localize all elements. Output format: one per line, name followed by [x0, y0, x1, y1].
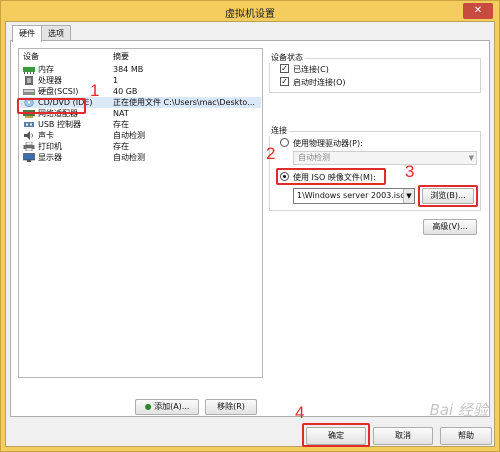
device-summary: NAT	[113, 109, 129, 118]
annotation-box-cd-dvd	[17, 98, 86, 114]
device-name: 显示器	[38, 153, 62, 162]
connected-checkbox[interactable]: ✓	[280, 64, 289, 73]
add-icon: ●	[144, 402, 152, 411]
device-summary: 40 GB	[113, 87, 138, 96]
annotation-box-ok	[302, 423, 370, 447]
processor-icon	[25, 76, 33, 85]
window-title: 虚拟机设置	[225, 9, 275, 20]
device-summary: 1	[113, 76, 119, 85]
cancel-button[interactable]: 取消	[373, 427, 433, 445]
remove-device-button[interactable]: 移除(R)	[205, 399, 257, 415]
step-marker-3: 3	[405, 162, 415, 181]
device-list-header: 设备 摘要	[19, 49, 262, 63]
device-summary: 存在	[113, 120, 129, 129]
usb-controller-icon	[24, 122, 34, 127]
annotation-box-browse	[418, 185, 478, 207]
physical-drive-radio[interactable]	[280, 138, 289, 147]
physical-drive-value: 自动检测	[298, 153, 330, 162]
tab-options[interactable]: 选项	[41, 25, 71, 41]
device-summary: 正在使用文件 C:\Users\mac\Deskto...	[113, 98, 255, 107]
physical-drive-label: 使用物理驱动器(P):	[293, 139, 363, 148]
iso-path-field[interactable]: 1\Windows server 2003.iso ▼	[293, 188, 415, 204]
device-row-sound-card[interactable]: 声卡 自动检测	[20, 130, 261, 141]
hardware-tab-panel: 设备 摘要 内存 384 MB 处理器 1 硬盘(SCSI) 40 GB CD/…	[10, 40, 490, 417]
add-button-label: 添加(A)...	[154, 402, 190, 411]
device-row-hard-disk[interactable]: 硬盘(SCSI) 40 GB	[20, 86, 261, 97]
device-row-display[interactable]: 显示器 自动检测	[20, 152, 261, 163]
device-summary: 384 MB	[113, 65, 144, 74]
chevron-down-icon[interactable]: ▼	[403, 189, 414, 203]
device-summary: 存在	[113, 142, 129, 151]
dialog-client-area: 硬件 选项 设备 摘要 内存 384 MB 处理器 1 硬盘(SCSI) 40 …	[5, 21, 495, 447]
connect-at-power-on-checkbox[interactable]: ✓	[280, 77, 289, 86]
step-marker-1: 1	[90, 81, 100, 100]
device-summary: 自动检测	[113, 131, 145, 140]
device-status-label: 设备状态	[269, 52, 305, 63]
device-row-processor[interactable]: 处理器 1	[20, 75, 261, 86]
title-bar[interactable]: 虚拟机设置 ✕	[1, 1, 499, 21]
device-name: 打印机	[38, 142, 62, 151]
device-name: 处理器	[38, 76, 62, 85]
virtual-machine-settings-window: 虚拟机设置 ✕ 硬件 选项 设备 摘要 内存 384 MB 处理器 1 硬盘(S…	[0, 0, 500, 452]
step-marker-2: 2	[266, 144, 276, 163]
tab-strip: 硬件 选项	[12, 25, 71, 42]
connect-at-power-on-label: 启动时连接(O)	[293, 78, 346, 87]
advanced-button[interactable]: 高级(V)...	[423, 219, 477, 235]
display-icon	[23, 153, 35, 162]
add-device-button[interactable]: ● 添加(A)...	[135, 399, 199, 415]
sound-card-icon	[24, 131, 33, 140]
baidu-jingyan-watermark: Bai 经验	[429, 401, 488, 419]
device-name: USB 控制器	[38, 120, 81, 129]
device-name: 声卡	[38, 131, 54, 140]
memory-icon	[23, 67, 35, 74]
physical-drive-select: 自动检测 ▼	[293, 151, 477, 165]
column-summary[interactable]: 摘要	[113, 51, 129, 62]
device-row-printer[interactable]: 打印机 存在	[20, 141, 261, 152]
column-device[interactable]: 设备	[23, 51, 39, 62]
hard-disk-icon	[23, 89, 35, 95]
chevron-down-icon: ▼	[468, 154, 474, 162]
printer-icon	[23, 142, 35, 151]
device-row-usb-controller[interactable]: USB 控制器 存在	[20, 119, 261, 130]
connected-label: 已连接(C)	[293, 65, 329, 74]
step-marker-4: 4	[295, 403, 305, 422]
device-name: 内存	[38, 65, 54, 74]
annotation-box-iso-option	[276, 168, 386, 185]
device-name: 硬盘(SCSI)	[38, 87, 79, 96]
help-button[interactable]: 帮助	[440, 427, 492, 445]
device-row-memory[interactable]: 内存 384 MB	[20, 64, 261, 75]
tab-hardware[interactable]: 硬件	[12, 25, 42, 42]
iso-path-value: 1\Windows server 2003.iso	[297, 191, 406, 200]
connection-label: 连接	[269, 125, 289, 136]
close-window-button[interactable]: ✕	[463, 3, 493, 19]
device-summary: 自动检测	[113, 153, 145, 162]
